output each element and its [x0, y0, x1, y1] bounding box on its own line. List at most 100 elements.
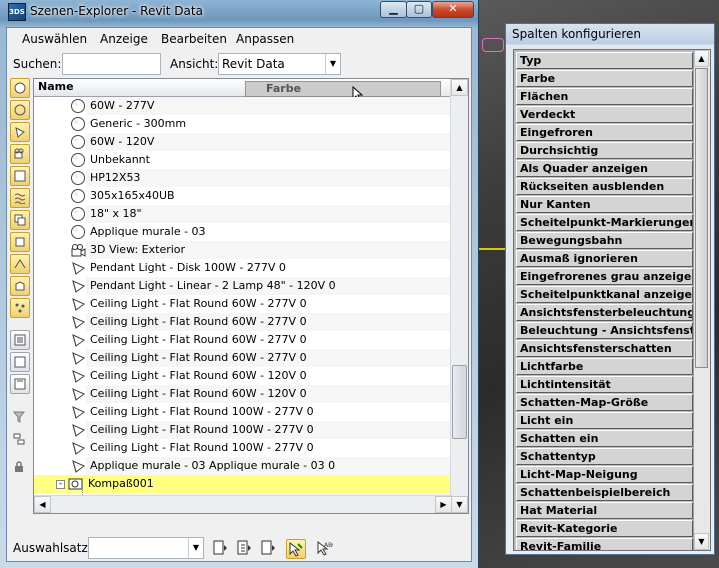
column-option[interactable]: Hat Material [516, 502, 693, 519]
display-cameras-button[interactable] [10, 144, 30, 164]
display-containers-button[interactable] [10, 276, 30, 296]
column-option[interactable]: Schatten-Map-Größe [516, 394, 693, 411]
column-option[interactable]: Typ [516, 52, 693, 69]
tree-row[interactable]: Ceiling Light - Flat Round 100W - 277V 0 [34, 421, 452, 439]
search-input[interactable] [62, 53, 161, 75]
dragged-column-header[interactable]: Farbe [245, 81, 441, 97]
column-option[interactable]: Ausmaß ignorieren [516, 250, 693, 267]
menu-anzeige[interactable]: Anzeige [100, 32, 148, 46]
tree-row[interactable]: Ceiling Light - Flat Round 100W - 277V 0 [34, 403, 452, 421]
tree-vertical-scrollbar[interactable]: ▲ ▼ [450, 79, 468, 513]
selection-set-select[interactable]: ▼ [88, 537, 204, 559]
menu-anpassen[interactable]: Anpassen [236, 32, 294, 46]
column-option[interactable]: Schattentyp [516, 448, 693, 465]
tree-row[interactable]: 305x165x40UB [34, 187, 452, 205]
column-option[interactable]: Scheitelpunkt-Markierungen [516, 214, 693, 231]
column-option[interactable]: Eingefrorenes grau anzeigen [516, 268, 693, 285]
tree-row[interactable]: Ceiling Light - Flat Round 60W - 120V 0 [34, 367, 452, 385]
tree-row[interactable]: Applique murale - 03 Applique murale - 0… [34, 457, 452, 475]
column-option[interactable]: Ansichtsfensterbeleuchtung [516, 304, 693, 321]
display-bones-button[interactable] [10, 254, 30, 274]
tree-row[interactable]: 18" x 18" [34, 205, 452, 223]
tree-row[interactable]: Pendant Light - Disk 100W - 277V 0 [34, 259, 452, 277]
display-shapes-button[interactable] [10, 100, 30, 120]
select-dependents-button[interactable] [10, 430, 30, 450]
lock-button[interactable] [10, 458, 30, 478]
tree-row[interactable]: Ceiling Light - Flat Round 60W - 277V 0 [34, 295, 452, 313]
display-geometry-button[interactable] [10, 78, 30, 98]
tree-row[interactable]: Ceiling Light - Flat Round 60W - 277V 0 [34, 313, 452, 331]
column-option[interactable]: Revit-Kategorie [516, 520, 693, 537]
display-helpers-button[interactable] [10, 166, 30, 186]
tree-row[interactable]: - Kompaß001 [34, 475, 452, 493]
menu-auswaehlen[interactable]: Auswählen [22, 32, 87, 46]
sync-selection-icon[interactable] [286, 539, 306, 559]
tree-row[interactable]: 60W - 120V [34, 133, 452, 151]
selection-set-edit-icon[interactable] [211, 539, 229, 557]
scroll-up-icon[interactable]: ▲ [451, 79, 468, 96]
column-option[interactable]: Als Quader anzeigen [516, 160, 693, 177]
group-icon [14, 214, 26, 226]
display-none-button[interactable] [10, 352, 30, 372]
column-option[interactable]: Lichtfarbe [516, 358, 693, 375]
spelling-check-icon[interactable]: ABC [315, 539, 333, 557]
display-spacewarps-button[interactable] [10, 188, 30, 208]
column-option[interactable]: Farbe [516, 70, 693, 87]
tree-row[interactable]: Ceiling Light - Flat Round 60W - 277V 0 [34, 349, 452, 367]
view-select[interactable]: Revit Data ▼ [218, 53, 341, 75]
invert-display-button[interactable] [10, 374, 30, 394]
tree-row[interactable]: 3D View: Exterior [34, 241, 452, 259]
scroll-thumb[interactable] [452, 365, 467, 439]
column-option[interactable]: Rückseiten ausblenden [516, 178, 693, 195]
tree-row[interactable]: Ceiling Light - Flat Round 60W - 277V 0 [34, 331, 452, 349]
display-groups-button[interactable] [10, 210, 30, 230]
column-option[interactable]: Bewegungsbahn [516, 232, 693, 249]
tree-row[interactable]: Generic - 300mm [34, 115, 452, 133]
column-option[interactable]: Scheitelpunktkanal anzeigen [516, 286, 693, 303]
scroll-down-icon[interactable]: ▼ [451, 496, 468, 513]
tree-row[interactable]: Unbekannt [34, 151, 452, 169]
minimize-button[interactable]: ▁ [380, 1, 407, 18]
display-xrefs-button[interactable] [10, 232, 30, 252]
menu-bearbeiten[interactable]: Bearbeiten [161, 32, 227, 46]
tree-row[interactable]: Ceiling Light - Flat Round 100W - 277V 0 [34, 439, 452, 457]
selection-set-remove-icon[interactable] [259, 539, 277, 557]
close-button[interactable]: ✕ [432, 1, 474, 18]
maximize-button[interactable]: ▢ [406, 1, 432, 18]
column-option[interactable]: Licht ein [516, 412, 693, 429]
scroll-down-icon[interactable]: ▼ [694, 533, 709, 550]
display-lights-button[interactable] [10, 122, 30, 142]
column-option[interactable]: Eingefroren [516, 124, 693, 141]
tree-row[interactable]: Applique murale - 03 [34, 223, 452, 241]
selection-set-add-icon[interactable] [235, 539, 253, 557]
tree-row-label: Ceiling Light - Flat Round 60W - 120V 0 [90, 387, 307, 400]
column-header-name[interactable]: Name [38, 80, 74, 93]
columns-scrollbar[interactable]: ▲ ▼ [693, 50, 710, 550]
column-option[interactable]: Beleuchtung - Ansichtsfenst... [516, 322, 693, 339]
column-option[interactable]: Flächen [516, 88, 693, 105]
tree-row[interactable]: HP12X53 [34, 169, 452, 187]
column-option[interactable]: Verdeckt [516, 106, 693, 123]
tree-row[interactable]: 60W - 277V [34, 97, 452, 115]
tree-horizontal-scrollbar[interactable]: ◀ ▶ [34, 495, 452, 513]
display-all-button[interactable] [10, 330, 30, 350]
column-option[interactable]: Schatten ein [516, 430, 693, 447]
tree-row-label: Generic - 300mm [90, 117, 187, 130]
scroll-up-icon[interactable]: ▲ [694, 50, 709, 67]
column-option[interactable]: Lichtintensität [516, 376, 693, 393]
scroll-right-icon[interactable]: ▶ [435, 496, 452, 513]
tree-row[interactable]: Pendant Light - Linear - 2 Lamp 48" - 12… [34, 277, 452, 295]
display-particles-button[interactable] [10, 298, 30, 318]
filter-button[interactable] [10, 408, 30, 428]
title-bar[interactable]: 3DS Szenen-Explorer - Revit Data ▁ ▢ ✕ [0, 0, 478, 24]
scroll-left-icon[interactable]: ◀ [34, 496, 51, 513]
column-option[interactable]: Schattenbeispielbereich [516, 484, 693, 501]
column-option[interactable]: Licht-Map-Neigung [516, 466, 693, 483]
column-option[interactable]: Revit-Familie [516, 538, 693, 550]
column-option[interactable]: Ansichtsfensterschatten [516, 340, 693, 357]
column-option[interactable]: Nur Kanten [516, 196, 693, 213]
tree-row[interactable]: Ceiling Light - Flat Round 60W - 120V 0 [34, 385, 452, 403]
collapse-icon[interactable]: - [56, 480, 65, 489]
columns-scroll-thumb[interactable] [695, 68, 708, 368]
column-option[interactable]: Durchsichtig [516, 142, 693, 159]
